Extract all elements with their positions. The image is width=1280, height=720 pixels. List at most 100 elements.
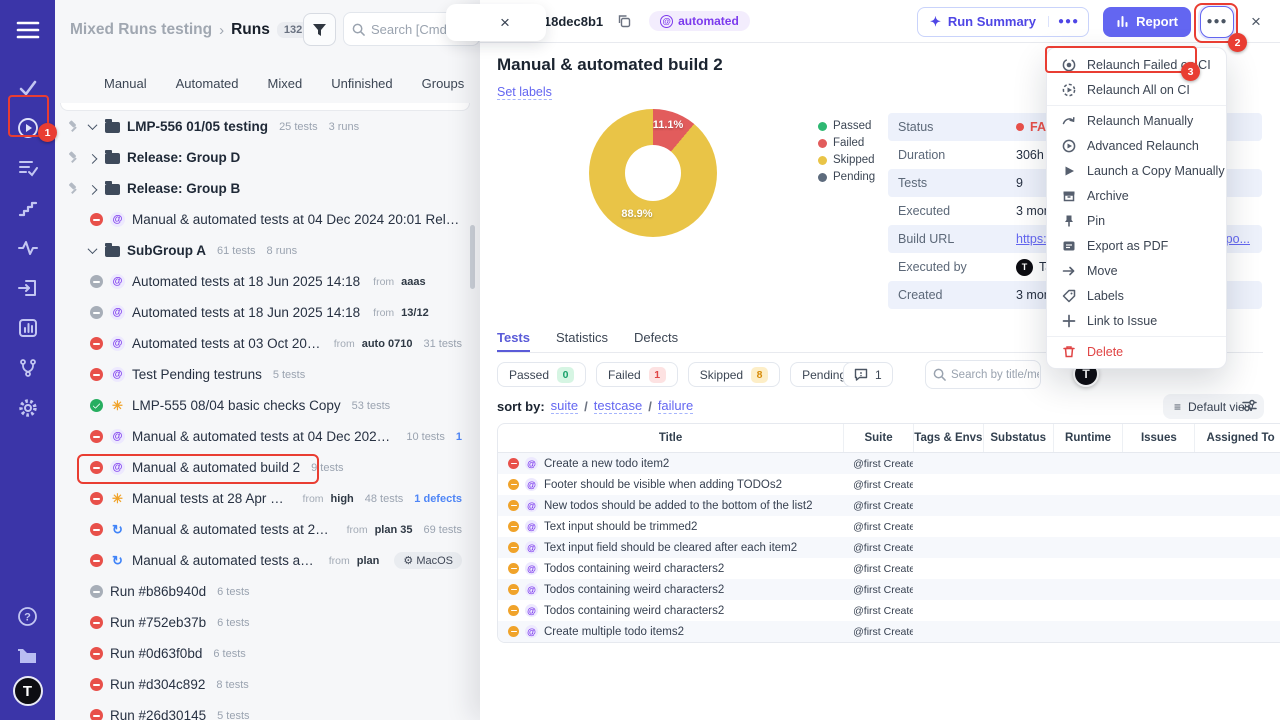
run-list-item[interactable]: Manual tests at 28 Apr 2025 16:50 from h… [60, 483, 470, 514]
sidebar-item-settings[interactable] [0, 388, 55, 428]
run-list-item[interactable]: Manual & automated build 2 9 tests [60, 452, 470, 483]
sidebar-item-milestones[interactable] [0, 188, 55, 228]
menu-item-relaunch-failed-ci[interactable]: Relaunch Failed on CI [1047, 52, 1226, 77]
run-list-item[interactable]: LMP-555 08/04 basic checks Copy 53 tests [60, 390, 470, 421]
test-row[interactable]: Create multiple todo items2 @first Creat… [498, 621, 1280, 642]
run-list-item[interactable]: Automated tests at 18 Jun 2025 14:18 fro… [60, 297, 470, 328]
menu-item-export-pdf[interactable]: Export as PDF [1047, 233, 1226, 258]
test-row[interactable]: New todos should be added to the bottom … [498, 495, 1280, 516]
comments-filter-chip[interactable]: 1 [843, 362, 893, 387]
sidebar-item-import[interactable] [0, 268, 55, 308]
run-list-item[interactable]: Release: Group B [60, 173, 470, 204]
set-labels-link[interactable]: Set labels [497, 85, 552, 100]
run-list-item[interactable]: Run #d304c892 8 tests [60, 669, 470, 700]
run-list-item[interactable]: Manual & automated tests at 04 Dec 2024 … [60, 204, 470, 235]
sort-by-suite[interactable]: suite [551, 398, 578, 414]
run-list-item[interactable]: Test Pending testruns 5 tests [60, 359, 470, 390]
menu-item-launch-copy[interactable]: Launch a Copy Manually [1047, 158, 1226, 183]
menu-item-relaunch-all-ci[interactable]: Relaunch All on CI [1047, 77, 1226, 102]
close-panel-icon[interactable]: × [1242, 8, 1270, 36]
column-title[interactable]: Title [498, 424, 843, 452]
menu-item-pin[interactable]: Pin [1047, 208, 1226, 233]
tab-groups[interactable]: Groups [422, 76, 465, 91]
chevron-icon[interactable] [88, 185, 98, 195]
user-avatar[interactable]: T [13, 676, 43, 706]
menu-item-labels[interactable]: Labels [1047, 283, 1226, 308]
build-url-link-end[interactable]: po... [1226, 232, 1250, 246]
run-type-badge[interactable]: @ automated [649, 11, 750, 31]
run-list-item[interactable]: SubGroup A 61 tests 8 runs [60, 235, 470, 266]
run-defects-link[interactable]: 1 [456, 431, 462, 443]
close-icon[interactable]: × [500, 13, 510, 33]
copy-run-id-button[interactable] [615, 12, 633, 30]
column-assigned-to[interactable]: Assigned To [1194, 424, 1280, 452]
column-issues[interactable]: Issues [1122, 424, 1194, 452]
filter-chip[interactable]: Passed 0 [497, 362, 586, 387]
sidebar-item-branches[interactable] [0, 348, 55, 388]
test-row[interactable]: Create a new todo item2 @first Create ..… [498, 453, 1280, 474]
run-list-item[interactable]: Manual & automated tests at 04 Dec 2024 … [60, 421, 470, 452]
tab-automated[interactable]: Automated [176, 76, 239, 91]
run-list-item[interactable]: Run #b86b940d 6 tests [60, 576, 470, 607]
column-substatus[interactable]: Substatus [983, 424, 1053, 452]
tab-defects[interactable]: Defects [634, 330, 678, 352]
tab-statistics[interactable]: Statistics [556, 330, 608, 352]
run-list-item[interactable]: Run #0d63f0bd 6 tests [60, 638, 470, 669]
run-list-item[interactable]: Automated tests at 03 Oct 2024 20:25 fro… [60, 328, 470, 359]
help-button[interactable]: ? [0, 596, 55, 636]
run-defects-link[interactable]: 1 defects [414, 493, 462, 505]
chevron-icon[interactable] [88, 120, 98, 130]
legend-passed[interactable]: Passed [818, 120, 875, 132]
legend-failed[interactable]: Failed [818, 137, 875, 149]
menu-item-archive[interactable]: Archive [1047, 183, 1226, 208]
sidebar-item-runs[interactable] [0, 108, 55, 148]
menu-item-advanced-relaunch[interactable]: Advanced Relaunch [1047, 133, 1226, 158]
menu-item-link-to-issue[interactable]: Link to Issue [1047, 308, 1226, 333]
legend-skipped[interactable]: Skipped [818, 154, 875, 166]
projects-button[interactable] [0, 636, 55, 676]
menu-item-delete[interactable]: Delete [1047, 336, 1226, 364]
breadcrumb-project[interactable]: Mixed Runs testing [70, 21, 212, 39]
build-url-link[interactable]: https:/ [1016, 232, 1050, 246]
chevron-icon[interactable] [88, 244, 98, 254]
column-suite[interactable]: Suite [843, 424, 913, 452]
run-more-actions-button[interactable]: ●●● [1200, 6, 1234, 38]
tab-mixed[interactable]: Mixed [268, 76, 303, 91]
menu-item-move[interactable]: Move [1047, 258, 1226, 283]
test-row[interactable]: Text input should be trimmed2 @first Cre… [498, 516, 1280, 537]
tab-unfinished[interactable]: Unfinished [331, 76, 392, 91]
run-summary-button[interactable]: ✦Run Summary ●●● [917, 7, 1089, 37]
column-runtime[interactable]: Runtime [1053, 424, 1123, 452]
run-list-item[interactable]: Automated tests at 18 Jun 2025 14:18 fro… [60, 266, 470, 297]
hamburger-menu-button[interactable] [0, 10, 55, 50]
run-list-item[interactable]: Manual & automated tests at 25 Apr 2025 … [60, 545, 470, 576]
scrollbar-thumb[interactable] [470, 225, 475, 289]
legend-pending[interactable]: Pending [818, 171, 875, 183]
sidebar-item-activity[interactable] [0, 228, 55, 268]
sort-by-failure[interactable]: failure [658, 398, 693, 414]
test-row[interactable]: Todos containing weird characters2 @firs… [498, 600, 1280, 621]
sidebar-item-analytics[interactable] [0, 308, 55, 348]
chevron-icon[interactable] [88, 154, 98, 164]
report-button[interactable]: Report [1103, 7, 1191, 37]
view-settings-button[interactable] [1241, 397, 1259, 415]
tab-tests[interactable]: Tests [497, 330, 530, 352]
filter-chip[interactable]: Failed 1 [596, 362, 678, 387]
menu-item-relaunch-manually[interactable]: Relaunch Manually [1047, 105, 1226, 133]
sidebar-item-test-plans[interactable] [0, 148, 55, 188]
test-row[interactable]: Text input field should be cleared after… [498, 537, 1280, 558]
column-tags-envs[interactable]: Tags & Envs [913, 424, 983, 452]
sort-by-testcase[interactable]: testcase [594, 398, 642, 414]
run-list-item[interactable]: Run #752eb37b 6 tests [60, 607, 470, 638]
run-summary-more-button[interactable]: ●●● [1048, 16, 1088, 27]
filter-chip[interactable]: Skipped 8 [688, 362, 780, 387]
run-list-item[interactable]: Run #26d30145 5 tests [60, 700, 470, 720]
filter-button[interactable] [303, 13, 336, 46]
tests-search-input[interactable] [951, 369, 1039, 381]
test-row[interactable]: Footer should be visible when adding TOD… [498, 474, 1280, 495]
tab-manual[interactable]: Manual [104, 76, 147, 91]
sidebar-item-tests[interactable] [0, 68, 55, 108]
test-row[interactable]: Todos containing weird characters2 @firs… [498, 579, 1280, 600]
test-row[interactable]: Todos containing weird characters2 @firs… [498, 558, 1280, 579]
run-list-item[interactable]: Release: Group D [60, 142, 470, 173]
